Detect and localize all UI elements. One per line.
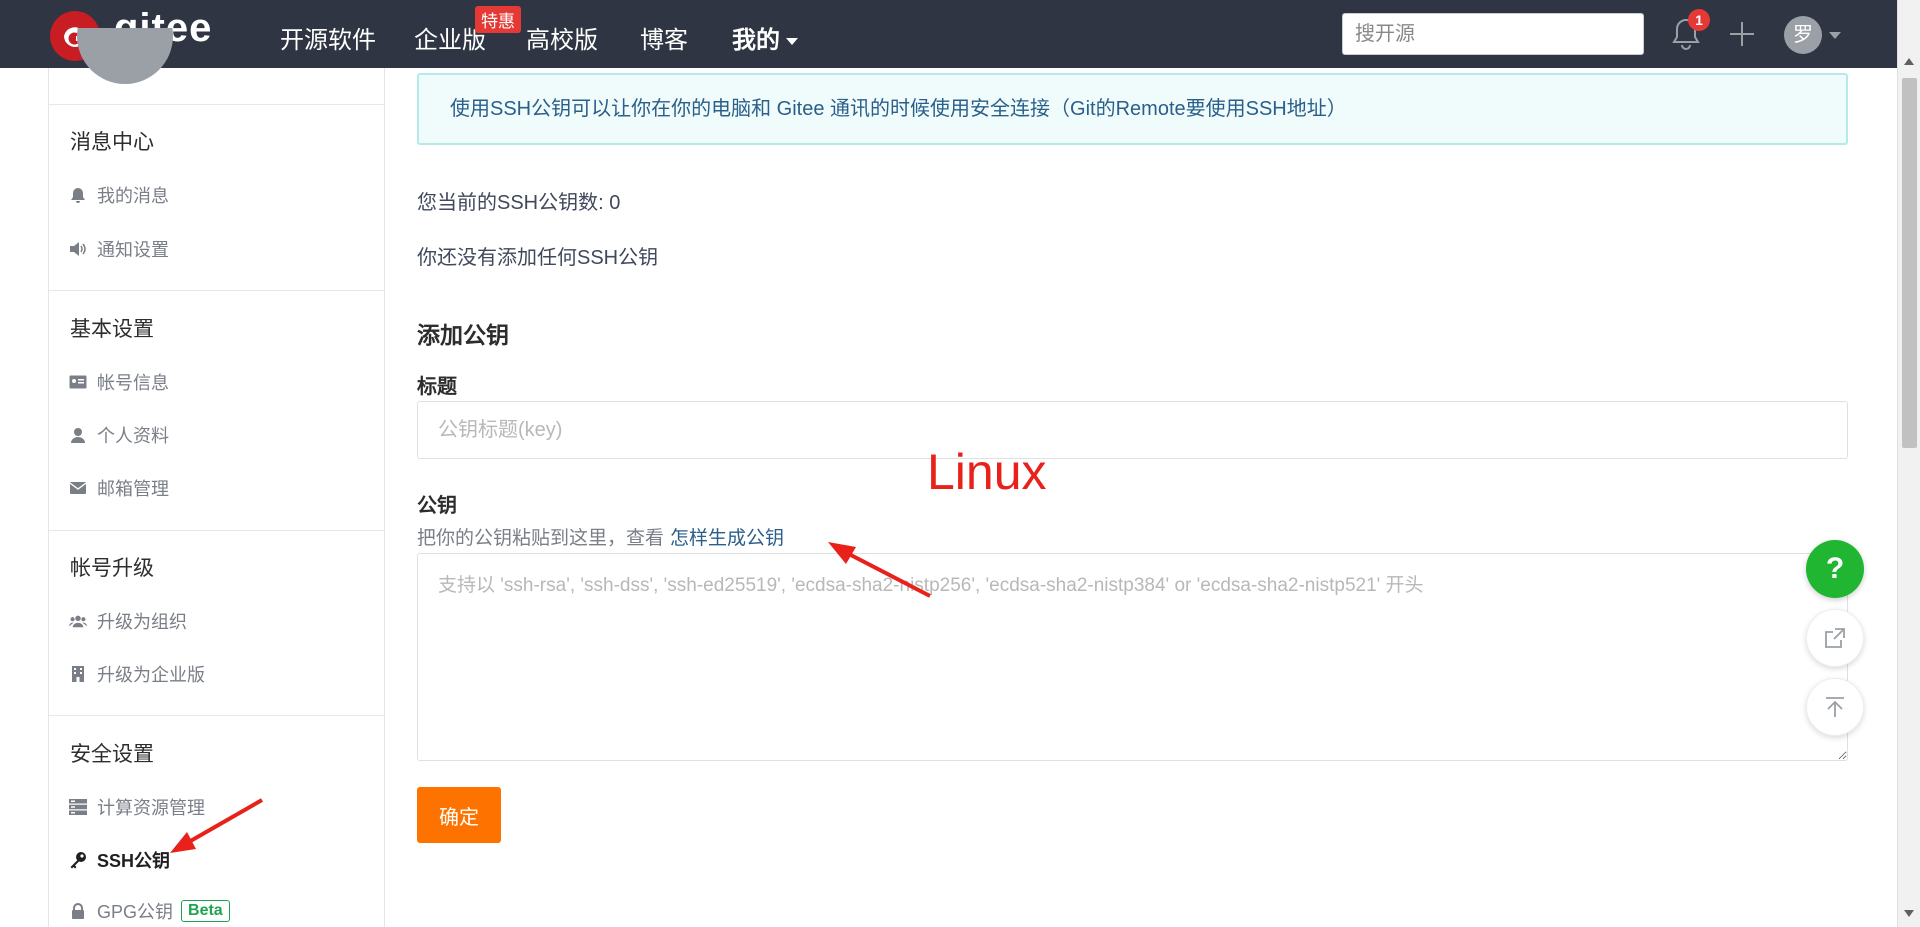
chevron-down-icon	[786, 38, 798, 46]
share-icon	[1825, 628, 1845, 648]
section-title-upgrade: 帐号升级	[70, 557, 154, 580]
sidebar-item-label: 升级为企业版	[97, 665, 205, 685]
sidebar-item-label: GPG公钥	[97, 902, 174, 922]
user-avatar[interactable]: 罗	[1784, 16, 1822, 54]
search-input[interactable]	[1342, 13, 1644, 55]
scrollbar-thumb[interactable]	[1902, 78, 1917, 448]
server-icon	[69, 798, 87, 816]
sidebar-item-my-messages[interactable]: 我的消息	[69, 182, 169, 208]
share-button[interactable]	[1806, 609, 1864, 667]
id-card-icon	[69, 373, 87, 391]
ssh-info-box: 使用SSH公钥可以让你在你的电脑和 Gitee 通讯的时候使用安全连接（Git的…	[417, 73, 1848, 145]
scroll-down-arrow-icon[interactable]	[1904, 910, 1914, 917]
section-title-security: 安全设置	[70, 743, 154, 766]
beta-badge: Beta	[181, 900, 230, 922]
sidebar-item-label: 升级为组织	[97, 612, 187, 632]
back-to-top-button[interactable]	[1806, 678, 1864, 736]
public-key-label: 公钥	[417, 495, 457, 517]
nav-blog[interactable]: 博客	[640, 20, 688, 55]
title-label: 标题	[417, 376, 457, 398]
speaker-icon	[69, 240, 87, 258]
sidebar-item-email[interactable]: 邮箱管理	[69, 475, 169, 501]
avatar-chevron-down-icon[interactable]	[1829, 32, 1841, 39]
key-icon	[69, 851, 87, 869]
nav-mine[interactable]: 我的	[732, 20, 798, 55]
sidebar-divider	[49, 290, 384, 291]
settings-sidebar: 消息中心 我的消息 通知设置 基本设置 帐号信息 个人资料 邮箱管理 帐号升级 …	[48, 28, 385, 927]
sidebar-item-label: 通知设置	[97, 240, 169, 260]
sidebar-item-upgrade-org[interactable]: 升级为组织	[69, 608, 187, 634]
ssh-key-count: 您当前的SSH公钥数: 0	[417, 192, 621, 214]
confirm-button[interactable]: 确定	[417, 787, 501, 843]
add-key-heading: 添加公钥	[417, 322, 509, 348]
arrow-to-top-icon	[1826, 697, 1844, 717]
sidebar-item-account-info[interactable]: 帐号信息	[69, 369, 169, 395]
nav-open-source[interactable]: 开源软件	[280, 20, 376, 55]
sidebar-item-label: 邮箱管理	[97, 479, 169, 499]
annotation-label: Linux	[927, 444, 1047, 500]
sidebar-item-notification-settings[interactable]: 通知设置	[69, 236, 169, 262]
sidebar-item-upgrade-enterprise[interactable]: 升级为企业版	[69, 661, 205, 687]
nav-education[interactable]: 高校版	[526, 20, 598, 55]
sidebar-item-label: 我的消息	[97, 186, 169, 206]
section-title-messages: 消息中心	[70, 131, 154, 154]
top-navigation-bar: gitee 开源软件 企业版 特惠 高校版 博客 我的 1 罗	[0, 0, 1897, 68]
sidebar-item-label: 帐号信息	[97, 373, 169, 393]
scroll-up-arrow-icon[interactable]	[1904, 58, 1914, 65]
user-icon	[69, 426, 87, 444]
building-icon	[69, 665, 87, 683]
enterprise-promo-badge: 特惠	[475, 6, 521, 33]
sidebar-item-ssh-keys[interactable]: SSH公钥	[69, 847, 170, 873]
public-key-hint: 把你的公钥粘贴到这里，查看 怎样生成公钥	[417, 523, 784, 550]
sidebar-item-compute-resources[interactable]: 计算资源管理	[69, 794, 205, 820]
sidebar-item-label: SSH公钥	[97, 851, 171, 871]
lock-icon	[69, 902, 87, 920]
notification-count-badge: 1	[1688, 9, 1710, 31]
bell-icon	[69, 186, 87, 204]
nav-mine-label: 我的	[732, 27, 780, 54]
sidebar-item-label: 计算资源管理	[97, 798, 205, 818]
envelope-icon	[69, 479, 87, 497]
plus-icon[interactable]	[1728, 20, 1756, 48]
users-icon	[69, 612, 87, 630]
section-title-basic: 基本设置	[70, 318, 154, 341]
sidebar-divider	[49, 530, 384, 531]
how-to-generate-key-link[interactable]: 怎样生成公钥	[670, 528, 784, 549]
page-scrollbar[interactable]	[1897, 0, 1920, 927]
public-key-textarea[interactable]	[417, 553, 1848, 761]
sidebar-avatar	[77, 28, 173, 84]
help-button[interactable]: ?	[1806, 540, 1864, 598]
sidebar-divider	[49, 104, 384, 105]
no-ssh-keys-message: 你还没有添加任何SSH公钥	[417, 247, 659, 269]
sidebar-divider	[49, 715, 384, 716]
key-title-input[interactable]	[417, 401, 1848, 459]
public-key-hint-text: 把你的公钥粘贴到这里，查看	[417, 528, 665, 549]
sidebar-item-gpg-keys[interactable]: GPG公钥 Beta	[69, 898, 230, 924]
sidebar-item-label: 个人资料	[97, 426, 169, 446]
sidebar-item-profile[interactable]: 个人资料	[69, 422, 169, 448]
